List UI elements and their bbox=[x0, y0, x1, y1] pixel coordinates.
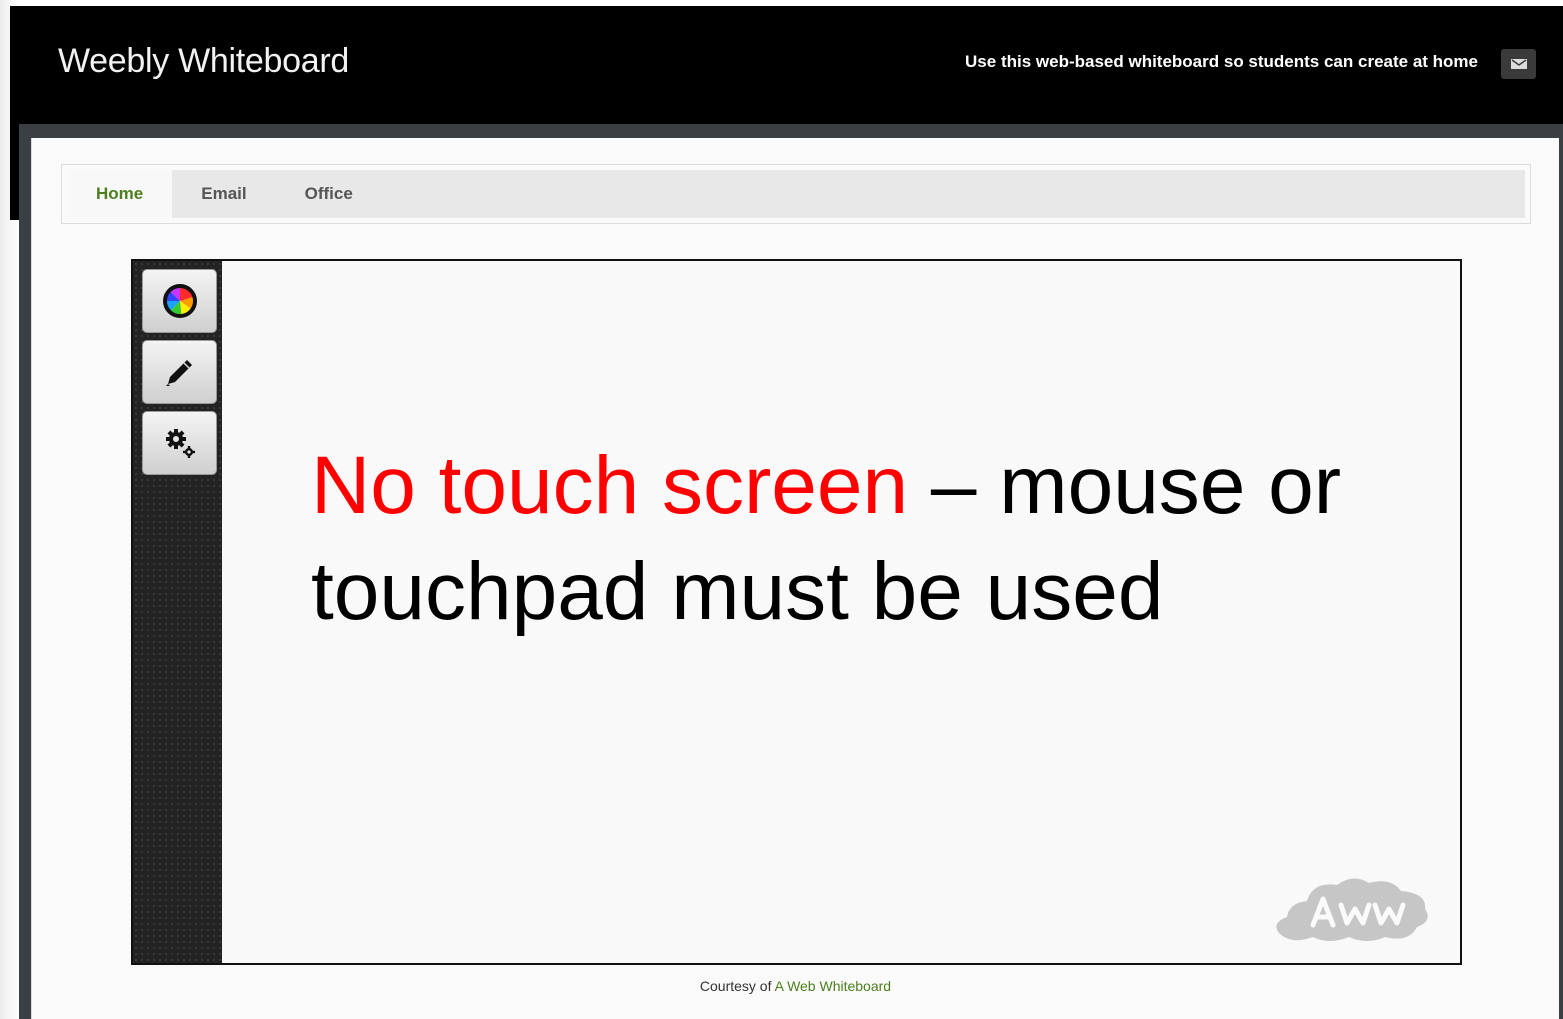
content-panel: Home Email Office No touch screen – mous… bbox=[19, 124, 1563, 1019]
message-highlight: No touch screen bbox=[311, 440, 909, 531]
color-wheel-icon bbox=[162, 284, 197, 318]
site-tagline: Use this web-based whiteboard so student… bbox=[965, 52, 1478, 71]
mail-icon bbox=[1510, 59, 1527, 69]
settings-gears-icon bbox=[165, 429, 195, 458]
nav-bar: Home Email Office bbox=[61, 164, 1531, 224]
whiteboard-canvas[interactable]: No touch screen – mouse or touchpad must… bbox=[131, 259, 1462, 965]
footer-credit: Courtesy of A Web Whiteboard bbox=[32, 978, 1559, 994]
nav-item-home[interactable]: Home bbox=[67, 170, 173, 218]
content-area: Home Email Office No touch screen – mous… bbox=[31, 138, 1559, 1019]
settings-button[interactable] bbox=[142, 411, 217, 475]
site-title[interactable]: Weebly Whiteboard bbox=[58, 42, 349, 81]
footer-prefix: Courtesy of bbox=[699, 978, 772, 994]
mail-button[interactable] bbox=[1501, 49, 1536, 79]
aww-logo bbox=[1269, 873, 1434, 950]
whiteboard-toolbar bbox=[133, 261, 222, 963]
aww-link[interactable]: A Web Whiteboard bbox=[775, 978, 891, 994]
color-picker-button[interactable] bbox=[142, 269, 217, 333]
pencil-tool-button[interactable] bbox=[142, 340, 217, 404]
pencil-icon bbox=[165, 360, 192, 386]
whiteboard-message: No touch screen – mouse or touchpad must… bbox=[311, 433, 1361, 645]
nav-item-office[interactable]: Office bbox=[276, 170, 382, 218]
nav-item-email[interactable]: Email bbox=[172, 170, 275, 218]
